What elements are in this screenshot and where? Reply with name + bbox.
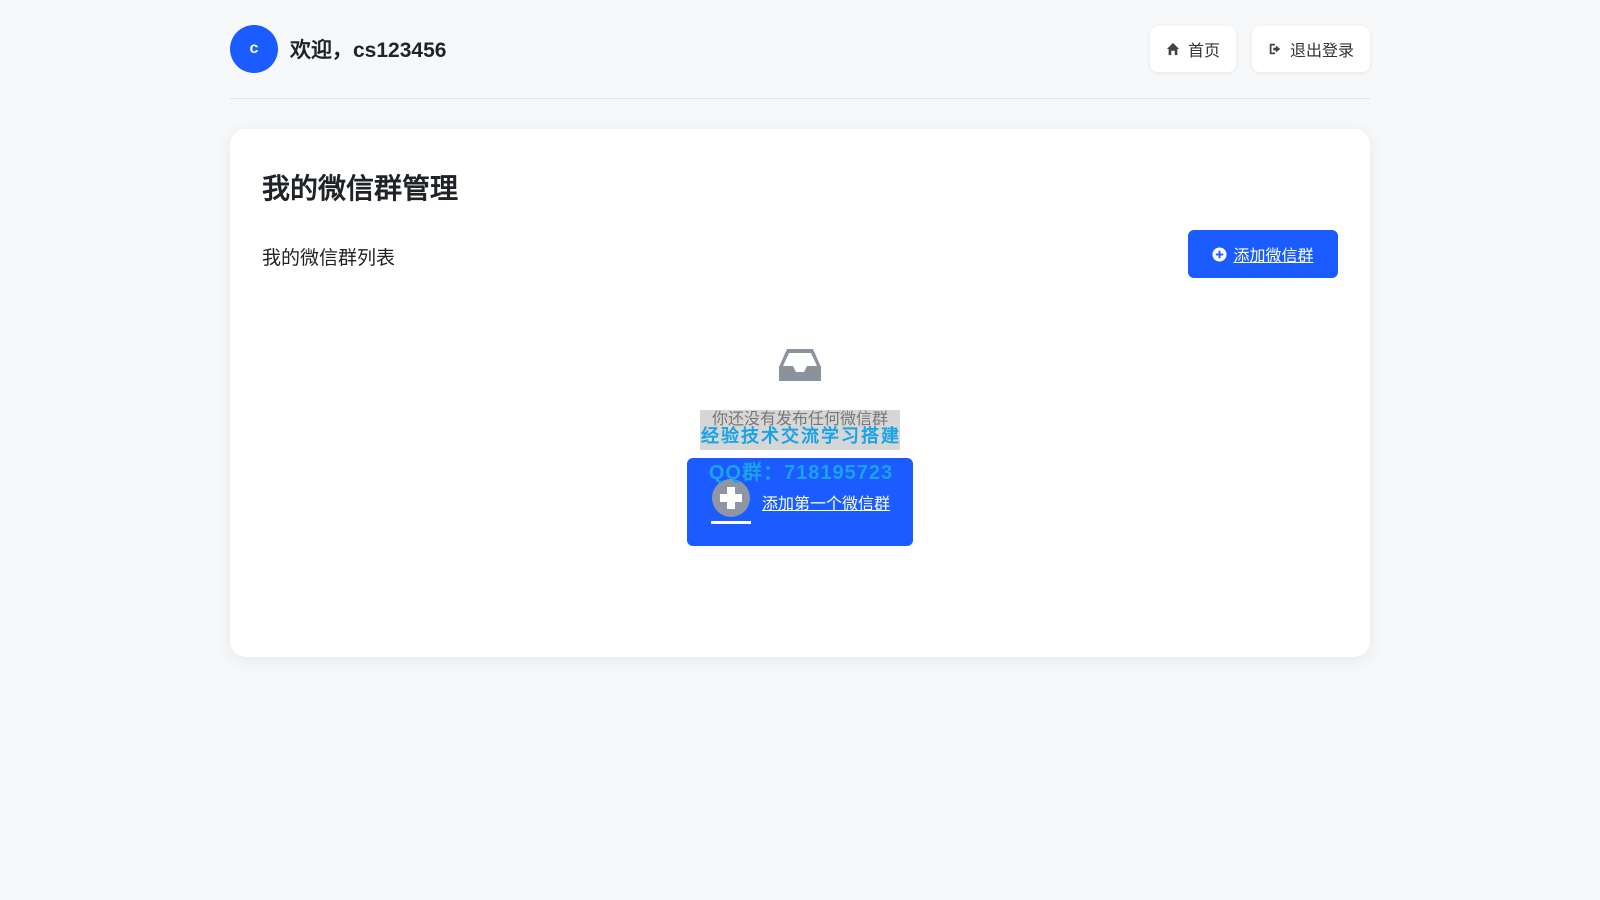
plus-icon-wrap [710,478,752,526]
home-button[interactable]: 首页 [1149,26,1236,72]
list-label: 我的微信群列表 [262,248,396,269]
logout-button[interactable]: 退出登录 [1251,26,1370,72]
inbox-icon [779,349,821,381]
add-group-button-label: 添加微信群 [1233,248,1314,265]
top-header: c 欢迎，cs123456 首页 退出登录 [230,0,1370,99]
icon-underline [710,521,751,524]
sign-out-icon [1269,43,1281,55]
welcome-text: 欢迎，cs123456 [290,39,447,62]
user-info: c 欢迎，cs123456 [230,25,446,73]
add-group-button[interactable]: 添加微信群 [1188,230,1338,278]
home-button-label: 首页 [1187,43,1220,60]
avatar: c [230,25,278,73]
add-first-group-button[interactable]: 添加第一个微信群 [687,458,913,546]
header-nav: 首页 退出登录 [1149,26,1370,72]
logout-button-label: 退出登录 [1289,43,1354,60]
home-icon [1166,42,1180,56]
group-management-card: 我的微信群管理 我的微信群列表 添加微信群 你还没有发布任何微信群 添加第一个微… [230,129,1370,657]
page-title: 我的微信群管理 [262,173,459,204]
add-first-group-label: 添加第一个微信群 [761,496,890,513]
plus-circle-icon [1212,246,1228,262]
page-container: c 欢迎，cs123456 首页 退出登录 我的微信群管理 我的微信群列表 添加… [230,0,1370,657]
empty-state-text: 你还没有发布任何微信群 [700,410,900,450]
plus-circle-icon [711,479,750,517]
